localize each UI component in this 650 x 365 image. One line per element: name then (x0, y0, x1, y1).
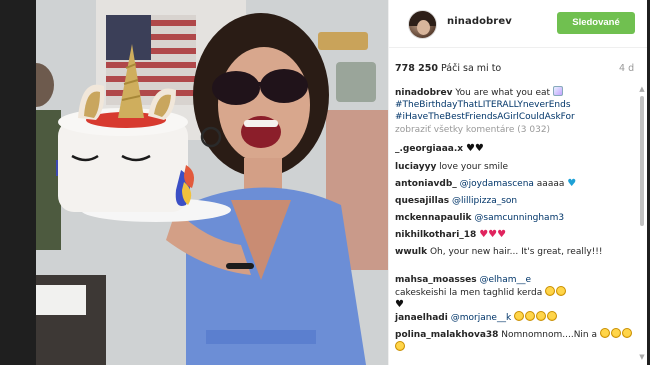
unicorn-emoji-icon (552, 86, 563, 96)
likes-label: Páči sa mi to (437, 63, 502, 74)
comment-username[interactable]: nikhilkothari_18 (395, 230, 476, 240)
post-meta: 778 250 Páči sa mi to 4 d (389, 55, 648, 79)
laughing-emoji-icon (545, 286, 556, 296)
post-username[interactable]: ninadobrev (447, 16, 512, 27)
comment-item: antoniavdb_ @joydamascena aaaaa ♥ (395, 178, 633, 190)
comment-text: Nomnomnom....Nin a (498, 330, 598, 340)
comment-item: mckennapaulik @samcunningham3 (395, 212, 633, 224)
comment-item: mahsa_moasses @elham__e cakeskeishi la m… (395, 274, 633, 311)
comment-item: quesajillas @lillipizza_son (395, 195, 633, 207)
laughing-emoji-icon (610, 328, 621, 338)
red-heart-icon: ♥ (479, 229, 489, 240)
red-heart-icon: ♥ (488, 229, 498, 240)
comment-username[interactable]: mahsa_moasses (395, 275, 477, 285)
comment-text: Oh, your new hair... It's great, really!… (427, 247, 603, 257)
laughing-emoji-icon (536, 311, 547, 321)
view-all-comments-link[interactable]: zobraziť všetky komentáre (3 032) (395, 124, 633, 136)
comments-list[interactable]: ninadobrev You are what you eat #TheBirt… (389, 86, 637, 365)
black-heart-icon: ♥ (474, 143, 484, 154)
post-header: ninadobrev Sledované (389, 0, 648, 48)
comment-username[interactable]: luciayyy (395, 162, 436, 172)
comment-mention[interactable]: @morjane__k (451, 313, 511, 323)
avatar[interactable] (408, 10, 437, 39)
comment-mention[interactable]: @lillipizza_son (452, 196, 517, 206)
comment-username[interactable]: antoniavdb_ (395, 179, 457, 189)
comment-username[interactable]: wwulk (395, 247, 427, 257)
caption-username[interactable]: ninadobrev (395, 88, 452, 98)
comment-text: cakeskeishi la men taghlid kerda (395, 288, 543, 298)
left-letterbox (0, 0, 36, 365)
scroll-down-arrow-icon[interactable]: ▼ (639, 354, 645, 361)
comment-mention[interactable]: @joydamascena (460, 179, 534, 189)
comment-mention[interactable]: @samcunningham3 (474, 213, 564, 223)
avatar-face (417, 20, 430, 35)
red-heart-icon: ♥ (497, 229, 507, 240)
comment-text: aaaaa (533, 179, 568, 189)
comment-username[interactable]: mckennapaulik (395, 213, 472, 223)
comment-item: wwulk Oh, your new hair... It's great, r… (395, 246, 633, 258)
laughing-emoji-icon (525, 311, 536, 321)
likes-number: 778 250 (395, 63, 438, 74)
comment-item: janaelhadi @morjane__k (395, 311, 633, 324)
comment-username[interactable]: _.georgiaaa.x (395, 144, 463, 154)
laughing-emoji-icon (395, 341, 405, 351)
comment-username[interactable]: polina_malakhova38 (395, 330, 498, 340)
scrollbar-thumb[interactable] (640, 96, 644, 226)
following-button[interactable]: Sledované (557, 12, 635, 34)
caption: ninadobrev You are what you eat #TheBirt… (395, 86, 633, 123)
hashtag-birthday[interactable]: #TheBirthdayThatLITERALLYneverEnds (395, 100, 571, 110)
post-photo[interactable] (36, 0, 388, 365)
flag-decoration (106, 15, 196, 105)
post-side-panel: ninadobrev Sledované 778 250 Páči sa mi … (388, 0, 648, 365)
laughing-emoji-icon (514, 311, 525, 321)
black-heart-icon: ♥ (395, 299, 404, 310)
laughing-emoji-icon (621, 328, 632, 338)
comment-item: luciayyy love your smile (395, 161, 633, 173)
laughing-emoji-icon (599, 328, 610, 338)
comment-text: love your smile (436, 162, 508, 172)
laughing-emoji-icon (547, 311, 558, 321)
laughing-emoji-icon (556, 286, 567, 296)
comment-item: polina_malakhova38 Nomnomnom....Nin a (395, 328, 633, 354)
scroll-up-arrow-icon[interactable]: ▲ (639, 86, 645, 93)
caption-text: You are what you eat (452, 88, 553, 98)
blue-heart-icon: ♥ (567, 178, 577, 189)
hashtag-friends[interactable]: #iHaveTheBestFriendsAGirlCouldAskFor (395, 112, 575, 122)
comment-item: nikhilkothari_18 ♥♥♥ (395, 229, 633, 241)
likes-count[interactable]: 778 250 Páči sa mi to (395, 63, 501, 74)
comment-username[interactable]: quesajillas (395, 196, 449, 206)
comment-mention[interactable]: @elham__e (479, 275, 531, 285)
post-timestamp[interactable]: 4 d (619, 63, 634, 74)
comment-item: _.georgiaaa.x ♥♥ (395, 143, 633, 155)
black-heart-icon: ♥ (465, 143, 475, 154)
photo-illustration (36, 0, 388, 365)
comments-scrollbar[interactable]: ▲ ▼ (638, 86, 646, 365)
comment-username[interactable]: janaelhadi (395, 313, 448, 323)
